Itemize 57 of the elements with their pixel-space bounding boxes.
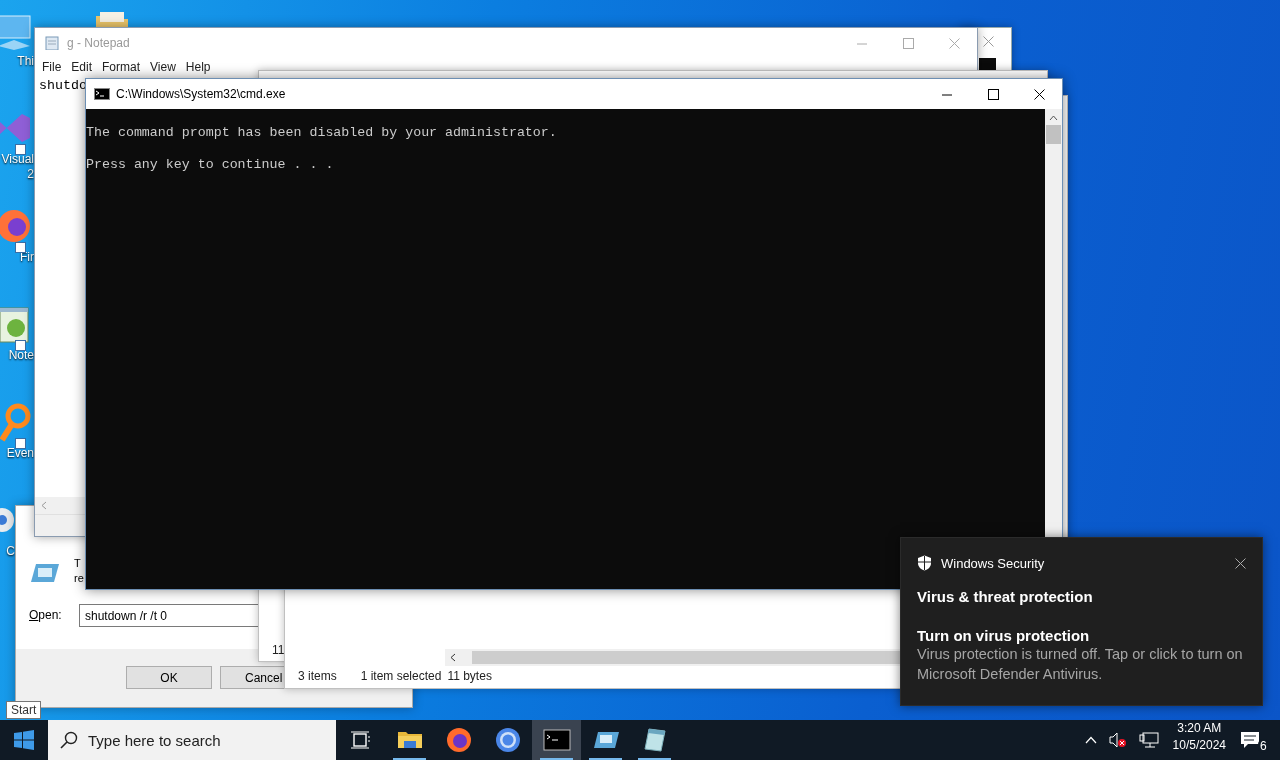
window-title: g - Notepad (67, 36, 130, 50)
run-icon (30, 561, 60, 585)
notification-heading: Virus & threat protection (917, 588, 1093, 605)
tooltip: Start (6, 701, 42, 719)
search-field[interactable]: Type here to search (48, 720, 336, 760)
file-size-text: 11 (272, 643, 285, 657)
chevron-left-icon[interactable] (450, 653, 456, 662)
browser-icon[interactable] (444, 726, 473, 754)
maximize-icon[interactable] (987, 88, 999, 100)
menu-item[interactable]: Edit (66, 60, 98, 74)
search-placeholder: Type here to search (88, 731, 221, 749)
clock[interactable]: 3:20 AM 10/5/2024 (1164, 720, 1234, 760)
status-text: 3 items (298, 669, 337, 683)
notification-text: Virus protection is turned off. Tap or click to turn on Microsoft Defender Antivirus. (917, 645, 1244, 684)
open-label: Open: (29, 608, 62, 622)
document-text: shutdo (39, 78, 87, 93)
scrollbar-thumb[interactable] (1046, 125, 1061, 144)
icon-label: Fir (20, 250, 34, 265)
notification-title: Turn on virus protection (917, 627, 1090, 644)
icon-label: Thi (17, 54, 34, 69)
network-icon[interactable] (1138, 732, 1159, 748)
icon-label: Visual (1, 152, 34, 167)
menu-item[interactable]: View (145, 60, 181, 74)
icon-label: C (6, 544, 15, 559)
app-name: Windows Security (941, 555, 1045, 571)
close-icon[interactable] (1235, 557, 1246, 569)
terminal-icon[interactable] (542, 726, 571, 754)
window-title: C:\Windows\System32\cmd.exe (116, 87, 286, 101)
notepad-icon (45, 36, 59, 50)
description-text: re (74, 571, 84, 586)
icon-label: Even (6, 446, 34, 461)
console-icon (94, 88, 110, 100)
status-text: 1 item selected (360, 669, 442, 683)
notification-icon[interactable] (1240, 731, 1260, 749)
status-text: 11 bytes (447, 669, 492, 683)
ok-button[interactable]: OK (126, 666, 212, 689)
browser-icon[interactable] (493, 726, 522, 754)
speaker-muted-icon[interactable] (1108, 732, 1127, 748)
cancel-button[interactable]: Cancel (220, 666, 284, 689)
search-icon (60, 731, 78, 749)
command-field[interactable]: shutdown /r /t 0 (79, 604, 258, 627)
shield-icon (917, 555, 932, 571)
menu-item[interactable]: Help (180, 60, 216, 74)
console-text: Press any key to continue . . . (86, 157, 334, 173)
task-view-icon[interactable] (350, 731, 371, 749)
icon-label: Note (8, 348, 34, 363)
start-icon[interactable] (14, 730, 34, 750)
notification-count: 6 (1258, 739, 1269, 753)
menu-item[interactable]: File (37, 60, 67, 74)
close-icon[interactable] (1033, 88, 1045, 100)
taskbar-button[interactable] (532, 720, 581, 760)
horizontal-scrollbar[interactable] (445, 649, 900, 666)
description-text: T (74, 556, 82, 571)
scrollbar-thumb[interactable] (472, 651, 900, 664)
menu-item[interactable]: Format (97, 60, 146, 74)
console-text: The command prompt has been disabled by your administrator. (86, 125, 557, 141)
icon-label: 2 (27, 167, 34, 182)
